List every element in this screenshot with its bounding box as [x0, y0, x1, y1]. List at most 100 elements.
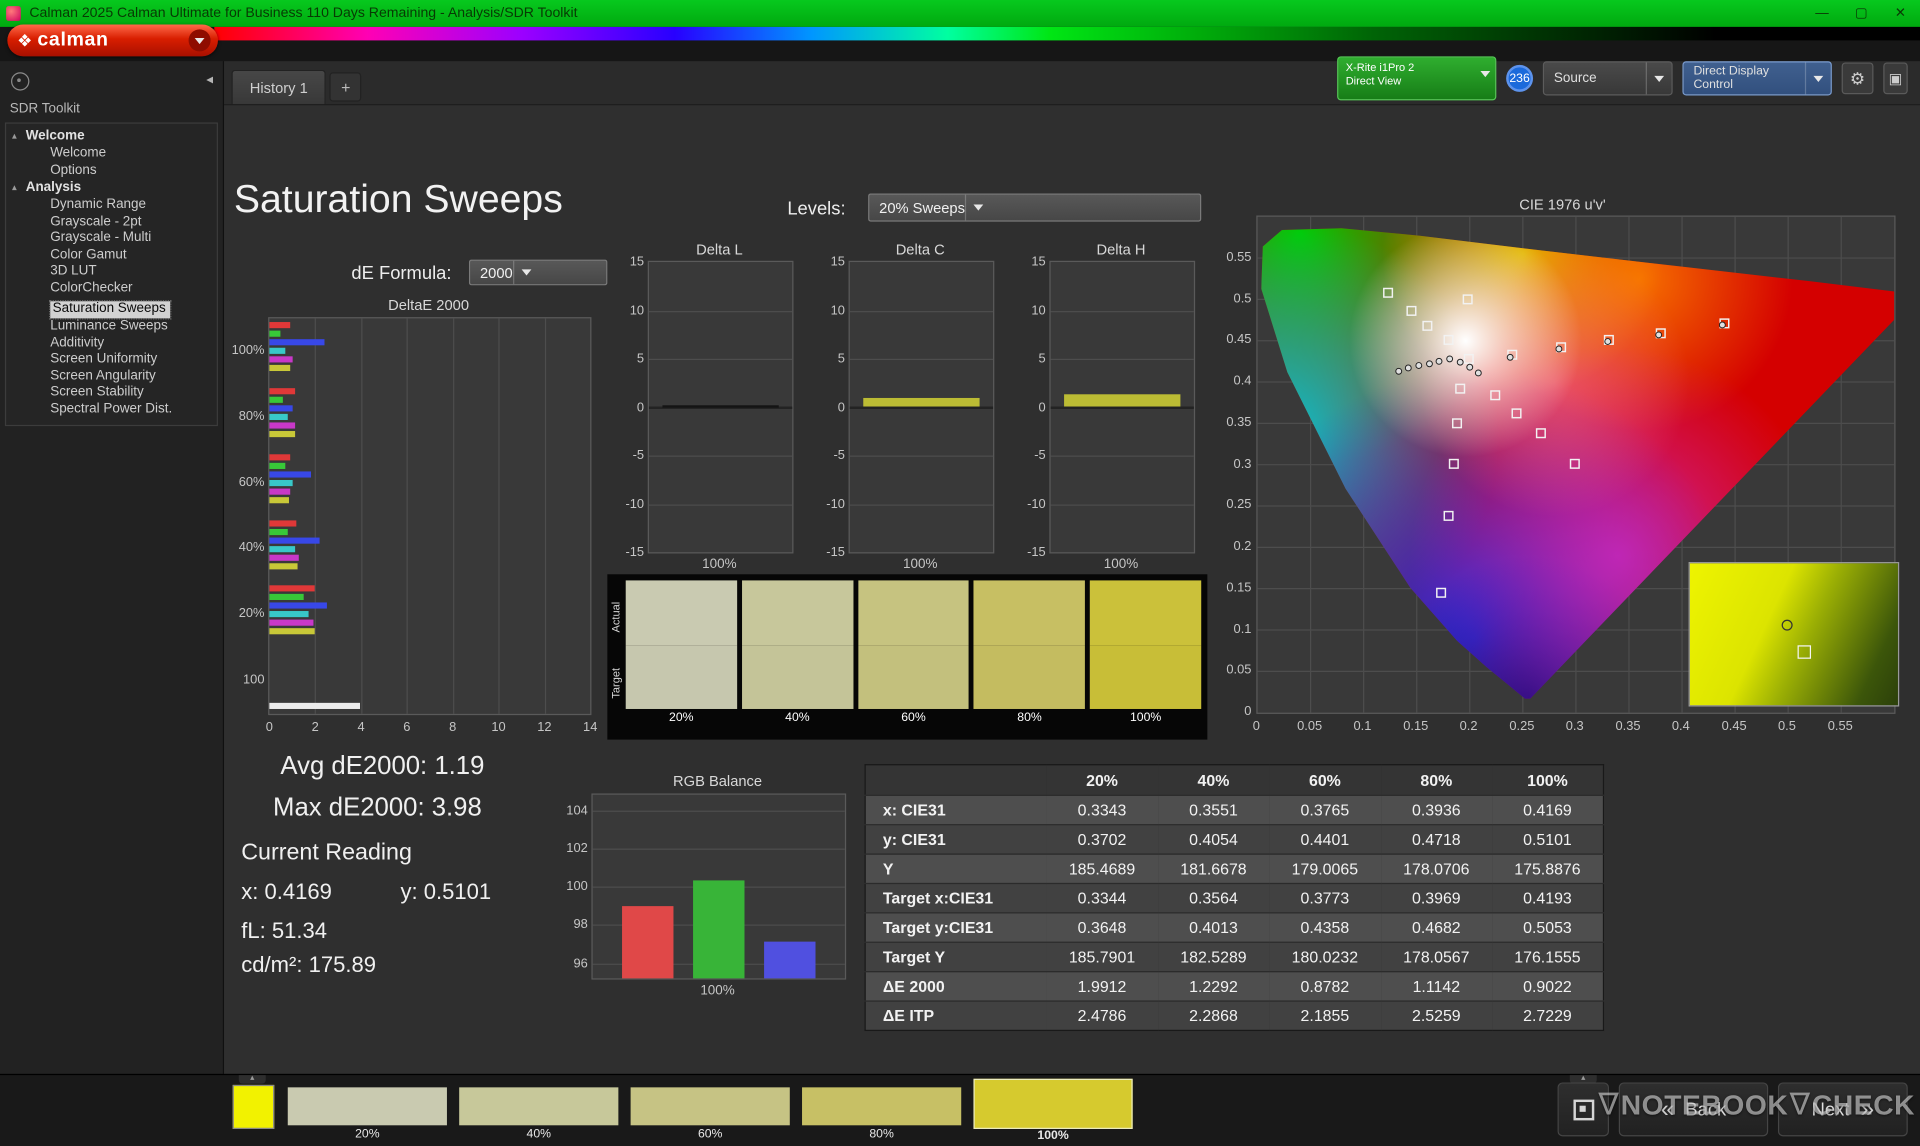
levels-value: 20% Sweeps	[879, 198, 965, 217]
sidebar-section-analysis[interactable]: ▴ Analysis	[6, 179, 217, 197]
swatch-label: 40%	[785, 711, 810, 725]
delta-bar	[862, 397, 981, 408]
y-axis-tick: 15	[1031, 254, 1046, 270]
table-cell: 0.3773	[1269, 882, 1381, 913]
levels-dropdown[interactable]: 20% Sweeps	[868, 193, 1202, 222]
sidebar-item-grayscale-multi[interactable]: Grayscale - Multi	[6, 230, 217, 247]
sweep-patch-80[interactable]: 80%	[802, 1075, 962, 1146]
sidebar-item-spectral-power-dist[interactable]: Spectral Power Dist.	[6, 401, 217, 418]
sidebar-item-dynamic-range[interactable]: Dynamic Range	[6, 197, 217, 214]
deltae-bar	[269, 430, 295, 437]
actual-swatch	[625, 580, 737, 645]
delta-l-chart: 15 10 5 0 -5 -10 -15	[625, 255, 794, 560]
minimize-button[interactable]: —	[1802, 0, 1841, 27]
sidebar-item-saturation-sweeps[interactable]: Saturation Sweeps	[48, 300, 172, 319]
section-label: Welcome	[25, 128, 85, 144]
deltae-bar	[269, 347, 286, 354]
sweep-patch-40[interactable]: 40%	[459, 1075, 619, 1146]
row-label: Y	[865, 853, 1047, 884]
page-title: Saturation Sweeps	[233, 176, 563, 221]
display-control-dropdown[interactable]: Direct Display Control	[1682, 61, 1832, 96]
current-reading-xy: x: 0.4169 y: 0.5101	[241, 879, 491, 905]
measurement-table-grid: 20% 40% 60% 80% 100% x: CIE31 0.3343 0.3551 0.37…	[864, 764, 1605, 1032]
measurement-dot	[1718, 321, 1726, 329]
cie-diagram-panel: CIE 1976 u'v' 0 0 0.05 0.05 0.1 0.1 0.15 0.15 0.…	[1220, 191, 1906, 754]
sidebar-collapse-button[interactable]: ◂	[206, 71, 213, 87]
add-tab-button[interactable]: +	[329, 72, 362, 102]
cie-title: CIE 1976 u'v'	[1519, 195, 1606, 214]
levels-label: Levels:	[787, 198, 846, 220]
sidebar-item-screen-angularity[interactable]: Screen Angularity	[6, 368, 217, 385]
next-button[interactable]: Next »	[1777, 1082, 1908, 1137]
table-row-y: Y 185.4689 181.6678 179.0065 178.0706 175.887…	[865, 853, 1604, 884]
y-axis-tick: -15	[1027, 544, 1046, 560]
sidebar-section-welcome[interactable]: ▴ Welcome	[6, 127, 217, 145]
table-cell: 180.0232	[1269, 941, 1381, 972]
sweep-patch-20[interactable]: 20%	[287, 1075, 447, 1146]
sweep-patch-60[interactable]: 60%	[630, 1075, 790, 1146]
table-cell: 0.3343	[1046, 794, 1158, 825]
sidebar-item-welcome[interactable]: Welcome	[6, 146, 217, 163]
settings-gear-button[interactable]: ⚙	[1841, 62, 1874, 95]
sidebar-item-3d-lut[interactable]: 3D LUT	[6, 263, 217, 280]
sidebar-item-grayscale-2pt[interactable]: Grayscale - 2pt	[6, 214, 217, 231]
delta-c-chart-title: Delta C	[895, 241, 945, 259]
panel-toggle-button[interactable]: ▣	[1883, 62, 1908, 95]
popup-handle-icon[interactable]: ▴	[238, 1074, 266, 1084]
table-cell: 0.4013	[1157, 912, 1270, 943]
target-swatch	[1090, 644, 1202, 709]
current-fl-value: fL: 51.34	[241, 918, 328, 943]
sweep-patch-label: 80%	[869, 1127, 894, 1142]
sidebar-item-screen-stability[interactable]: Screen Stability	[6, 384, 217, 401]
sidebar-header: ◂	[0, 61, 223, 95]
session-status-icon[interactable]	[11, 72, 30, 91]
deltae-bar	[269, 405, 293, 412]
table-cell: 2.1855	[1269, 1000, 1381, 1031]
actual-label: Actual	[609, 601, 623, 633]
deltae-bar	[269, 396, 284, 403]
current-y-value: y: 0.5101	[400, 879, 492, 904]
sidebar-item-color-gamut[interactable]: Color Gamut	[6, 247, 217, 264]
x-axis-tick: 12	[537, 720, 552, 735]
y-axis-tick: 0.45	[1226, 332, 1252, 347]
swatch-block	[1090, 580, 1202, 709]
deltae-bar	[269, 619, 313, 627]
tab-history-1[interactable]: History 1	[231, 69, 327, 105]
delta-h-chart: 15 10 5 0 -5 -10 -15	[1027, 255, 1196, 560]
table-row-target-x-cie31: Target x:CIE31 0.3344 0.3564 0.3773 0.3969 0.…	[865, 882, 1604, 913]
deltae-bar	[269, 519, 297, 526]
close-button[interactable]: ✕	[1881, 0, 1920, 27]
current-patch-swatch[interactable]	[232, 1084, 275, 1129]
sidebar-item-luminance-sweeps[interactable]: Luminance Sweeps	[6, 318, 217, 335]
gridline	[1050, 358, 1194, 360]
patch-window-button[interactable]	[1557, 1082, 1609, 1137]
maximize-button[interactable]: ▢	[1842, 0, 1881, 27]
back-button[interactable]: « Back	[1618, 1082, 1769, 1137]
back-label: Back	[1685, 1098, 1727, 1120]
de-formula-dropdown[interactable]: 2000	[468, 259, 608, 286]
sidebar-item-options[interactable]: Options	[6, 162, 217, 179]
table-col-header: 80%	[1380, 764, 1493, 796]
gridline	[498, 318, 500, 714]
measurement-count-badge[interactable]: 236	[1506, 64, 1534, 92]
swatch-label: 60%	[901, 711, 926, 725]
table-cell: 2.4786	[1046, 1000, 1158, 1031]
measurement-dot	[1655, 331, 1663, 339]
sidebar-item-colorchecker[interactable]: ColorChecker	[6, 280, 217, 297]
x-axis-tick: 0.5	[1777, 718, 1796, 734]
sidebar-item-additivity[interactable]: Additivity	[6, 335, 217, 352]
meter-mode: Direct View	[1345, 74, 1402, 87]
measurement-dot	[1466, 363, 1474, 371]
sidebar-item-screen-uniformity[interactable]: Screen Uniformity	[6, 351, 217, 368]
source-dropdown[interactable]: Source	[1542, 61, 1673, 96]
y-axis-tick: 0.35	[1226, 414, 1252, 430]
meter-select-button[interactable]: X-Rite i1Pro 2 Direct View	[1337, 56, 1497, 101]
table-row-target-y-cie31: Target y:CIE31 0.3648 0.4013 0.4358 0.4682 0.…	[865, 912, 1604, 943]
deltae-bar	[269, 339, 325, 346]
table-cell: 181.6678	[1157, 853, 1270, 884]
calman-menu-button[interactable]: ❖ calman	[7, 24, 218, 57]
delta-l-chart-title: Delta L	[696, 241, 743, 259]
table-cell: 175.8876	[1492, 853, 1604, 884]
sweep-patch-100[interactable]: 100%	[973, 1075, 1133, 1146]
y-axis-tick: -10	[625, 496, 645, 512]
